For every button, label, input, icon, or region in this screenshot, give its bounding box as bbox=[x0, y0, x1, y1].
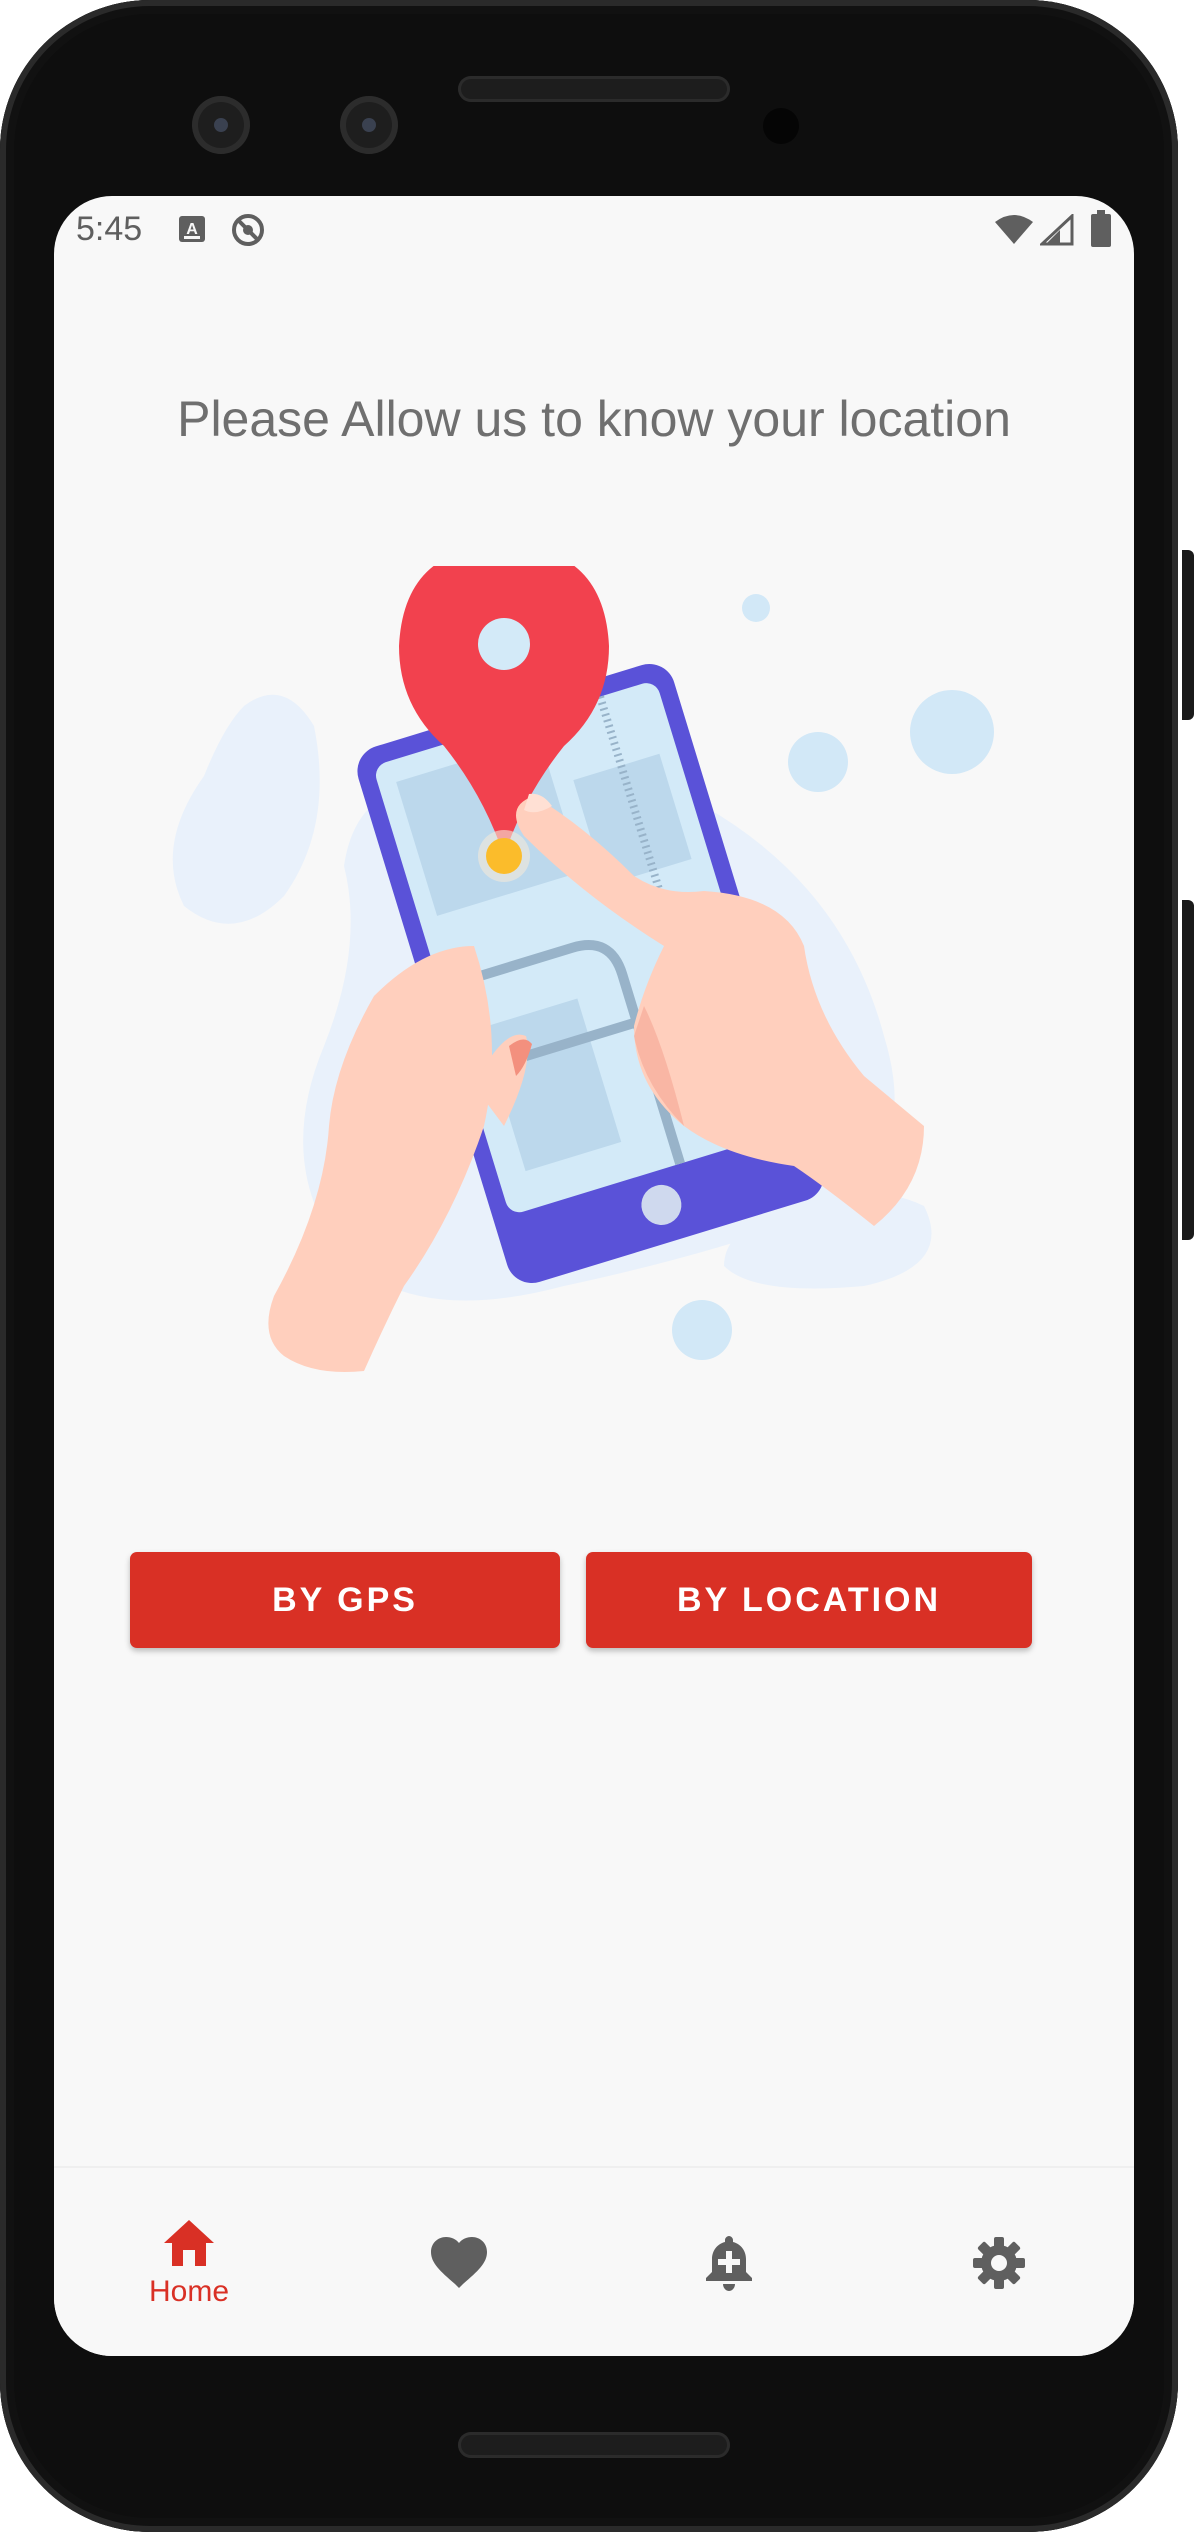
front-camera-icon bbox=[192, 96, 250, 154]
add-alert-icon bbox=[706, 2236, 752, 2291]
wifi-icon bbox=[995, 215, 1033, 244]
bottom-navigation: Home bbox=[54, 2166, 1134, 2356]
by-location-button[interactable]: BY LOCATION bbox=[586, 1552, 1032, 1648]
sync-blocked-icon bbox=[232, 214, 264, 246]
proximity-sensor bbox=[763, 108, 799, 144]
nav-item-settings[interactable] bbox=[864, 2168, 1134, 2356]
nav-item-home[interactable]: Home bbox=[54, 2168, 324, 2356]
by-gps-button[interactable]: BY GPS bbox=[130, 1552, 560, 1648]
keyboard-a-icon: A bbox=[179, 216, 205, 242]
phone-frame: 5:45 A Please Allow us to know your loca… bbox=[0, 0, 1194, 2532]
top-speaker bbox=[458, 76, 730, 102]
screen: 5:45 A Please Allow us to know your loca… bbox=[54, 196, 1134, 2356]
nav-label-home: Home bbox=[148, 2275, 230, 2308]
status-bar: 5:45 A bbox=[54, 196, 1134, 260]
home-icon bbox=[164, 2220, 214, 2266]
volume-button bbox=[1182, 900, 1194, 1240]
power-button bbox=[1182, 550, 1194, 720]
gear-icon bbox=[973, 2237, 1025, 2289]
battery-icon bbox=[1091, 210, 1111, 247]
svg-text:A: A bbox=[186, 221, 198, 238]
front-camera-icon bbox=[340, 96, 398, 154]
status-time: 5:45 bbox=[76, 210, 143, 248]
nav-item-alerts[interactable] bbox=[594, 2168, 864, 2356]
page-title: Please Allow us to know your location bbox=[177, 391, 1011, 447]
cell-signal-icon bbox=[1040, 214, 1074, 246]
bottom-speaker bbox=[458, 2432, 730, 2458]
heart-icon bbox=[431, 2237, 487, 2288]
nav-item-favorites[interactable] bbox=[324, 2168, 594, 2356]
location-illustration bbox=[172, 566, 994, 1372]
